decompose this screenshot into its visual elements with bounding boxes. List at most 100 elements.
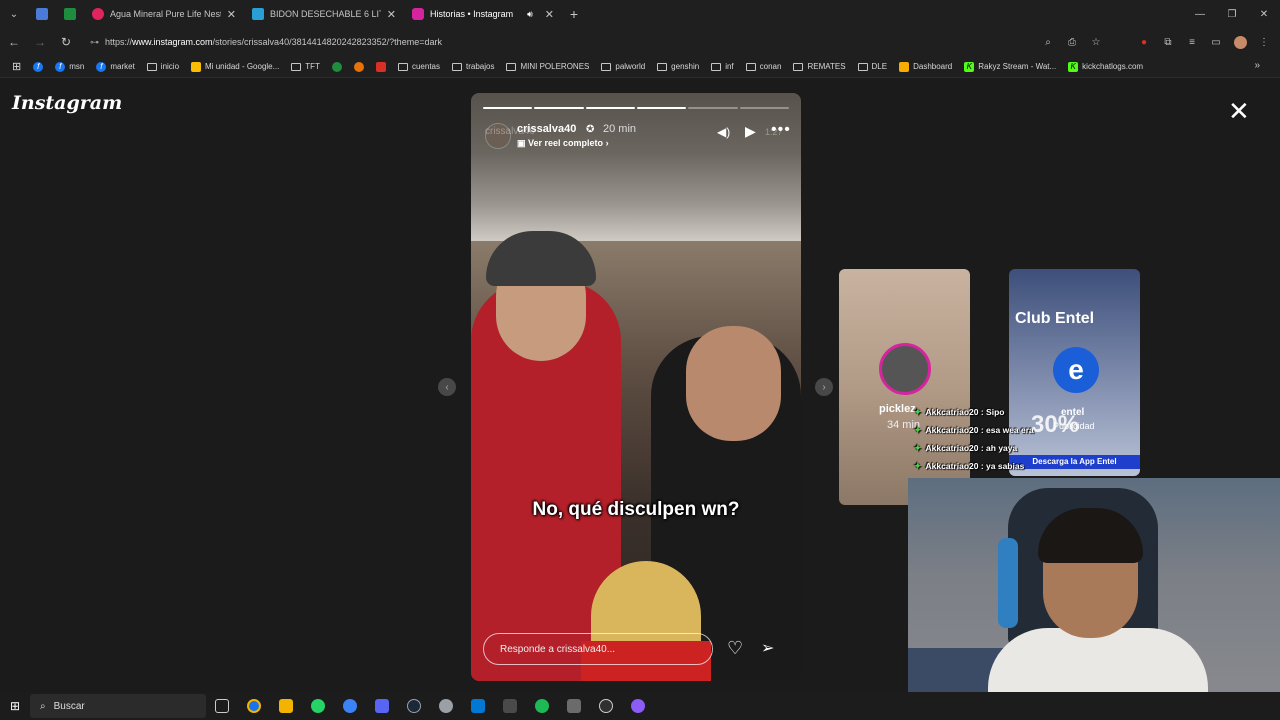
bookmarks-bar: ⊞ f f msn f market inicio Mi unidad - Goog… (0, 56, 1280, 78)
browser-toolbar: ← → ↻ ⊶ https://www.instagram.com/storie… (0, 28, 1280, 56)
bookmark-mini-polerones[interactable]: MINI POLERONES (500, 62, 595, 71)
bookmark-dashboard[interactable]: Dashboard (893, 61, 958, 72)
app-purple-icon[interactable] (622, 692, 654, 720)
ad-title: Club Entel (1015, 310, 1095, 327)
bookmark-red[interactable] (370, 61, 392, 72)
bookmark-inf[interactable]: inf (705, 62, 739, 71)
maximize-icon[interactable]: ❐ (1216, 0, 1248, 28)
bookmark-remates[interactable]: REMATES (787, 62, 851, 71)
back-icon[interactable]: ← (2, 30, 26, 54)
story-progress-segment (688, 107, 738, 109)
tab-close-icon[interactable]: ✕ (545, 8, 554, 21)
tab-pinned-1[interactable] (28, 0, 56, 28)
tab-favicon-icon (412, 8, 424, 20)
instagram-logo[interactable]: Instagram (12, 92, 122, 114)
menu-kebab-icon[interactable]: ⋮ (1254, 32, 1274, 52)
minimize-icon[interactable]: — (1184, 0, 1216, 28)
tab-historias-instagram[interactable]: Historias • Instagram 🔊︎ ✕ (404, 0, 562, 28)
bookmark-dle[interactable]: DLE (852, 62, 894, 71)
app-gray-icon[interactable] (430, 692, 462, 720)
tab-audio-icon[interactable]: 🔊︎ (527, 9, 533, 20)
play-icon[interactable]: ▶ (745, 123, 756, 140)
chat-badge-icon: ✦ (914, 424, 922, 435)
bookmark-label: MINI POLERONES (520, 62, 590, 71)
address-bar[interactable]: ⊶ https://www.instagram.com/stories/cris… (82, 31, 1142, 53)
tab-search-icon[interactable]: ⌄ (0, 0, 28, 28)
profile-avatar[interactable] (1230, 32, 1250, 52)
install-app-icon[interactable]: ⎙ (1062, 32, 1082, 52)
reload-icon[interactable]: ↻ (54, 30, 78, 54)
tab-close-icon[interactable]: ✕ (227, 8, 236, 21)
previous-story-icon[interactable]: ‹ (438, 378, 456, 396)
story-viewer[interactable]: crissalva40 ✪ 20 min ▣ Ver reel completo… (471, 93, 801, 681)
chat-message: ✦ Akkcatriao20 : ah yaya (914, 439, 1114, 457)
spotify-icon[interactable] (526, 692, 558, 720)
discord-icon[interactable] (366, 692, 398, 720)
reel-link-label: Ver reel completo (528, 138, 604, 148)
bookmark-star-icon[interactable]: ☆ (1086, 32, 1106, 52)
bookmark-kickchatlogs[interactable]: Kkickchatlogs.com (1062, 61, 1149, 72)
new-tab-button[interactable]: + (562, 0, 586, 28)
cast-icon[interactable]: ▭ (1206, 32, 1226, 52)
app-window-icon[interactable] (462, 692, 494, 720)
windows-start-icon[interactable]: ⊞ (0, 692, 30, 720)
bookmark-market[interactable]: f market (90, 61, 140, 72)
bookmark-google-drive[interactable]: Mi unidad - Google... (185, 61, 285, 72)
close-stories-icon[interactable]: ✕ (1228, 98, 1250, 124)
view-full-reel-link[interactable]: ▣ Ver reel completo › (517, 138, 609, 149)
forward-icon[interactable]: → (28, 30, 52, 54)
webcam-overlay: logi (908, 478, 1280, 720)
reply-input[interactable]: Responde a crissalva40... (483, 633, 713, 665)
bookmark-site-icon (331, 61, 342, 72)
chat-badge-icon: ✦ (914, 442, 922, 453)
bookmark-orange[interactable] (348, 61, 370, 72)
file-explorer-icon[interactable] (270, 692, 302, 720)
tab-close-icon[interactable]: ✕ (387, 8, 396, 21)
person-right-head (686, 326, 781, 441)
bookmark-trabajos[interactable]: trabajos (446, 62, 500, 71)
folder-icon (506, 62, 517, 71)
taskbar-search[interactable]: ⌕ Buscar (30, 694, 206, 718)
bookmark-genshin[interactable]: genshin (651, 62, 705, 71)
bookmark-conan[interactable]: conan (740, 62, 788, 71)
like-heart-icon[interactable]: ♡ (727, 638, 743, 659)
tab-bidon[interactable]: BIDON DESECHABLE 6 LITROS ✕ (244, 0, 404, 28)
zoom-icon[interactable]: ⌕ (1038, 32, 1058, 52)
bookmark-green[interactable] (326, 61, 348, 72)
calculator-icon[interactable] (494, 692, 526, 720)
bookmark-tft[interactable]: TFT (285, 62, 326, 71)
extension-red-icon[interactable]: ● (1134, 32, 1154, 52)
folder-icon (601, 62, 612, 71)
whatsapp-icon[interactable] (302, 692, 334, 720)
bookmarks-overflow-icon[interactable]: » (1254, 60, 1260, 71)
next-story-icon[interactable]: › (815, 378, 833, 396)
bookmark-inicio[interactable]: inicio (141, 62, 185, 71)
bookmark-palworld[interactable]: palworld (595, 62, 651, 71)
bookmark-cuentas[interactable]: cuentas (392, 62, 446, 71)
bookmark-label: msn (69, 62, 85, 71)
bookmark-rakyz-stream[interactable]: K Rakyz Stream - Wat... (958, 61, 1062, 72)
extensions-icon[interactable]: ⧉ (1158, 32, 1178, 52)
app-tile-icon[interactable] (558, 692, 590, 720)
task-view-icon[interactable] (206, 692, 238, 720)
steam-icon[interactable] (398, 692, 430, 720)
search-icon: ⌕ (40, 700, 46, 712)
obs-icon[interactable] (590, 692, 622, 720)
app-blue-icon[interactable] (334, 692, 366, 720)
bookmark-site-icon (353, 61, 364, 72)
close-window-icon[interactable]: ✕ (1248, 0, 1280, 28)
tab-agua-mineral[interactable]: Agua Mineral Pure Life Nestle 5 ✕ (84, 0, 244, 28)
bookmark-msn[interactable]: f msn (49, 61, 90, 72)
mute-icon[interactable]: ◀) (717, 125, 730, 139)
apps-grid-icon[interactable]: ⊞ (6, 60, 27, 73)
bookmark-label: Mi unidad - Google... (205, 62, 280, 71)
chrome-icon[interactable] (238, 692, 270, 720)
tab-favicon-icon (64, 8, 76, 20)
video-caption: No, qué disculpen wn? (532, 499, 740, 520)
tab-pinned-2[interactable] (56, 0, 84, 28)
media-controls-icon[interactable]: ≡ (1182, 32, 1202, 52)
site-info-icon[interactable]: ⊶ (90, 37, 99, 48)
send-icon[interactable]: ➢ (761, 638, 774, 658)
story-progress-segment (739, 107, 789, 109)
bookmark-facebook[interactable]: f (27, 61, 49, 72)
